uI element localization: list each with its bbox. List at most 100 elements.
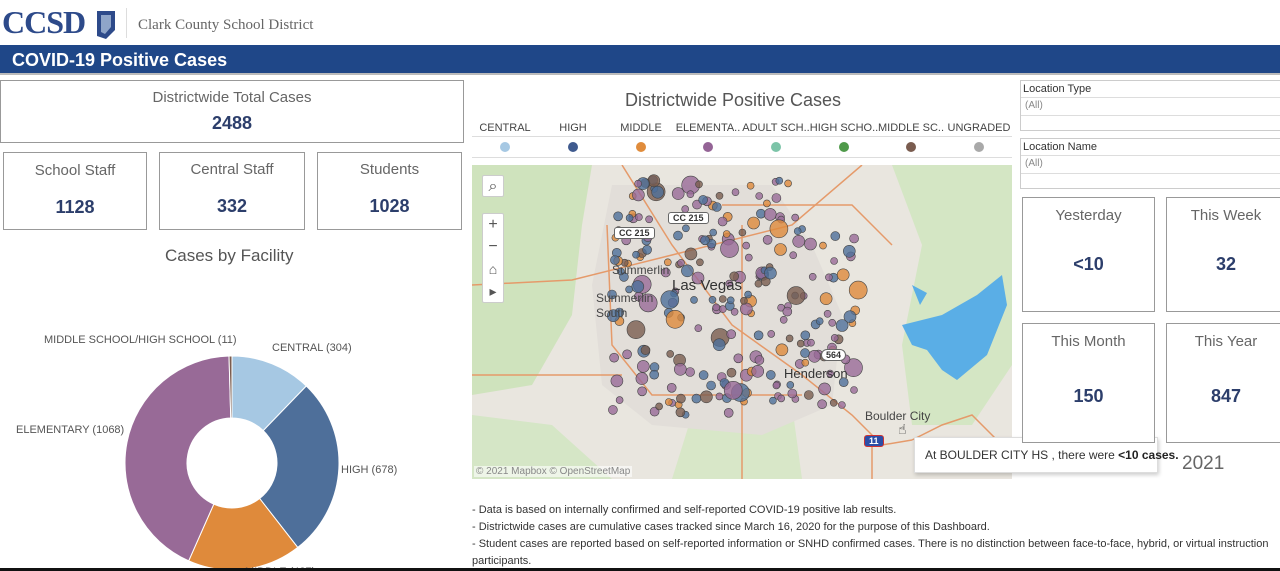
case-marker[interactable] (694, 324, 703, 332)
case-marker[interactable] (823, 310, 832, 318)
case-marker[interactable] (700, 390, 713, 404)
case-marker[interactable] (684, 247, 698, 261)
home-icon[interactable]: ⌂ (489, 258, 497, 280)
case-marker[interactable] (828, 319, 837, 327)
case-marker[interactable] (784, 179, 792, 188)
case-marker[interactable] (754, 279, 763, 288)
legend-dot[interactable] (974, 142, 984, 152)
case-marker[interactable] (738, 228, 747, 237)
case-marker[interactable] (769, 219, 789, 239)
case-marker[interactable] (712, 202, 722, 212)
legend-dot[interactable] (771, 142, 781, 152)
case-marker[interactable] (772, 381, 781, 390)
case-marker[interactable] (819, 241, 827, 250)
case-marker[interactable] (642, 245, 652, 255)
case-marker[interactable] (640, 345, 651, 355)
case-marker[interactable] (637, 386, 647, 397)
case-marker[interactable] (786, 286, 806, 305)
case-marker[interactable] (675, 407, 686, 418)
map-attribution[interactable]: © 2021 Mapbox © OpenStreetMap (474, 466, 633, 477)
case-marker[interactable] (777, 394, 786, 403)
case-marker[interactable] (632, 250, 640, 259)
case-marker[interactable] (682, 224, 690, 233)
case-marker[interactable] (817, 399, 827, 409)
case-marker[interactable] (793, 227, 802, 235)
location-name-select[interactable]: (All) (1021, 156, 1280, 174)
legend-dot[interactable] (839, 142, 849, 152)
case-marker[interactable] (715, 191, 724, 200)
case-marker[interactable] (848, 280, 868, 300)
case-marker[interactable] (850, 386, 858, 394)
case-marker[interactable] (673, 230, 683, 241)
case-marker[interactable] (731, 188, 740, 197)
case-marker[interactable] (807, 338, 815, 347)
case-marker[interactable] (767, 330, 776, 338)
case-marker[interactable] (635, 372, 649, 385)
case-marker[interactable] (709, 228, 717, 237)
case-marker[interactable] (712, 303, 720, 312)
case-marker[interactable] (786, 381, 795, 389)
case-marker[interactable] (803, 390, 814, 400)
case-marker[interactable] (815, 317, 824, 325)
case-marker[interactable] (763, 208, 777, 221)
case-marker[interactable] (645, 215, 653, 224)
case-marker[interactable] (771, 193, 782, 203)
case-marker[interactable] (747, 216, 760, 230)
case-marker[interactable] (610, 374, 624, 388)
case-marker[interactable] (782, 306, 793, 317)
case-marker[interactable] (796, 339, 805, 348)
case-marker[interactable] (792, 235, 806, 248)
zoom-out-icon[interactable]: − (488, 236, 497, 258)
case-marker[interactable] (789, 251, 798, 259)
case-marker[interactable] (625, 214, 634, 222)
case-marker[interactable] (613, 211, 623, 222)
case-marker[interactable] (765, 370, 776, 380)
case-marker[interactable] (715, 392, 724, 401)
case-marker[interactable] (775, 343, 789, 357)
case-marker[interactable] (808, 273, 817, 281)
case-marker[interactable] (677, 259, 685, 267)
case-marker[interactable] (775, 176, 784, 185)
legend-item-label[interactable]: UNGRADED (934, 122, 1024, 134)
case-marker[interactable] (635, 213, 643, 221)
case-marker[interactable] (717, 216, 728, 227)
case-marker[interactable] (691, 393, 702, 404)
legend-dot[interactable] (568, 142, 578, 152)
case-marker[interactable] (764, 266, 777, 280)
case-marker[interactable] (609, 352, 619, 363)
positive-cases-map[interactable]: Las Vegas Summerlin Summerlin South Hend… (472, 165, 1012, 479)
case-marker[interactable] (762, 235, 773, 245)
case-marker[interactable] (746, 181, 755, 190)
case-marker[interactable] (632, 188, 645, 202)
case-marker[interactable] (671, 187, 685, 200)
case-marker[interactable] (690, 296, 698, 304)
case-marker[interactable] (608, 405, 618, 415)
case-marker[interactable] (769, 396, 777, 405)
case-marker[interactable] (787, 388, 798, 399)
case-marker[interactable] (819, 292, 833, 305)
case-marker[interactable] (681, 264, 694, 278)
case-marker[interactable] (719, 295, 727, 303)
case-marker[interactable] (791, 213, 800, 222)
case-marker[interactable] (655, 402, 663, 411)
case-marker[interactable] (838, 401, 846, 409)
case-marker[interactable] (712, 338, 726, 351)
case-marker[interactable] (634, 179, 642, 188)
case-marker[interactable] (800, 348, 810, 358)
case-marker[interactable] (708, 296, 717, 304)
case-marker[interactable] (739, 302, 753, 316)
case-marker[interactable] (626, 320, 646, 339)
case-marker[interactable] (726, 329, 737, 339)
case-marker[interactable] (665, 310, 685, 329)
case-marker[interactable] (685, 367, 695, 377)
case-marker[interactable] (649, 369, 659, 380)
case-marker[interactable] (723, 381, 743, 400)
case-marker[interactable] (706, 380, 716, 391)
case-marker[interactable] (622, 349, 632, 360)
case-marker[interactable] (666, 383, 677, 393)
case-marker[interactable] (808, 350, 821, 363)
case-marker[interactable] (818, 382, 831, 396)
case-marker[interactable] (830, 257, 838, 265)
legend-dot[interactable] (636, 142, 646, 152)
case-marker[interactable] (842, 245, 856, 258)
